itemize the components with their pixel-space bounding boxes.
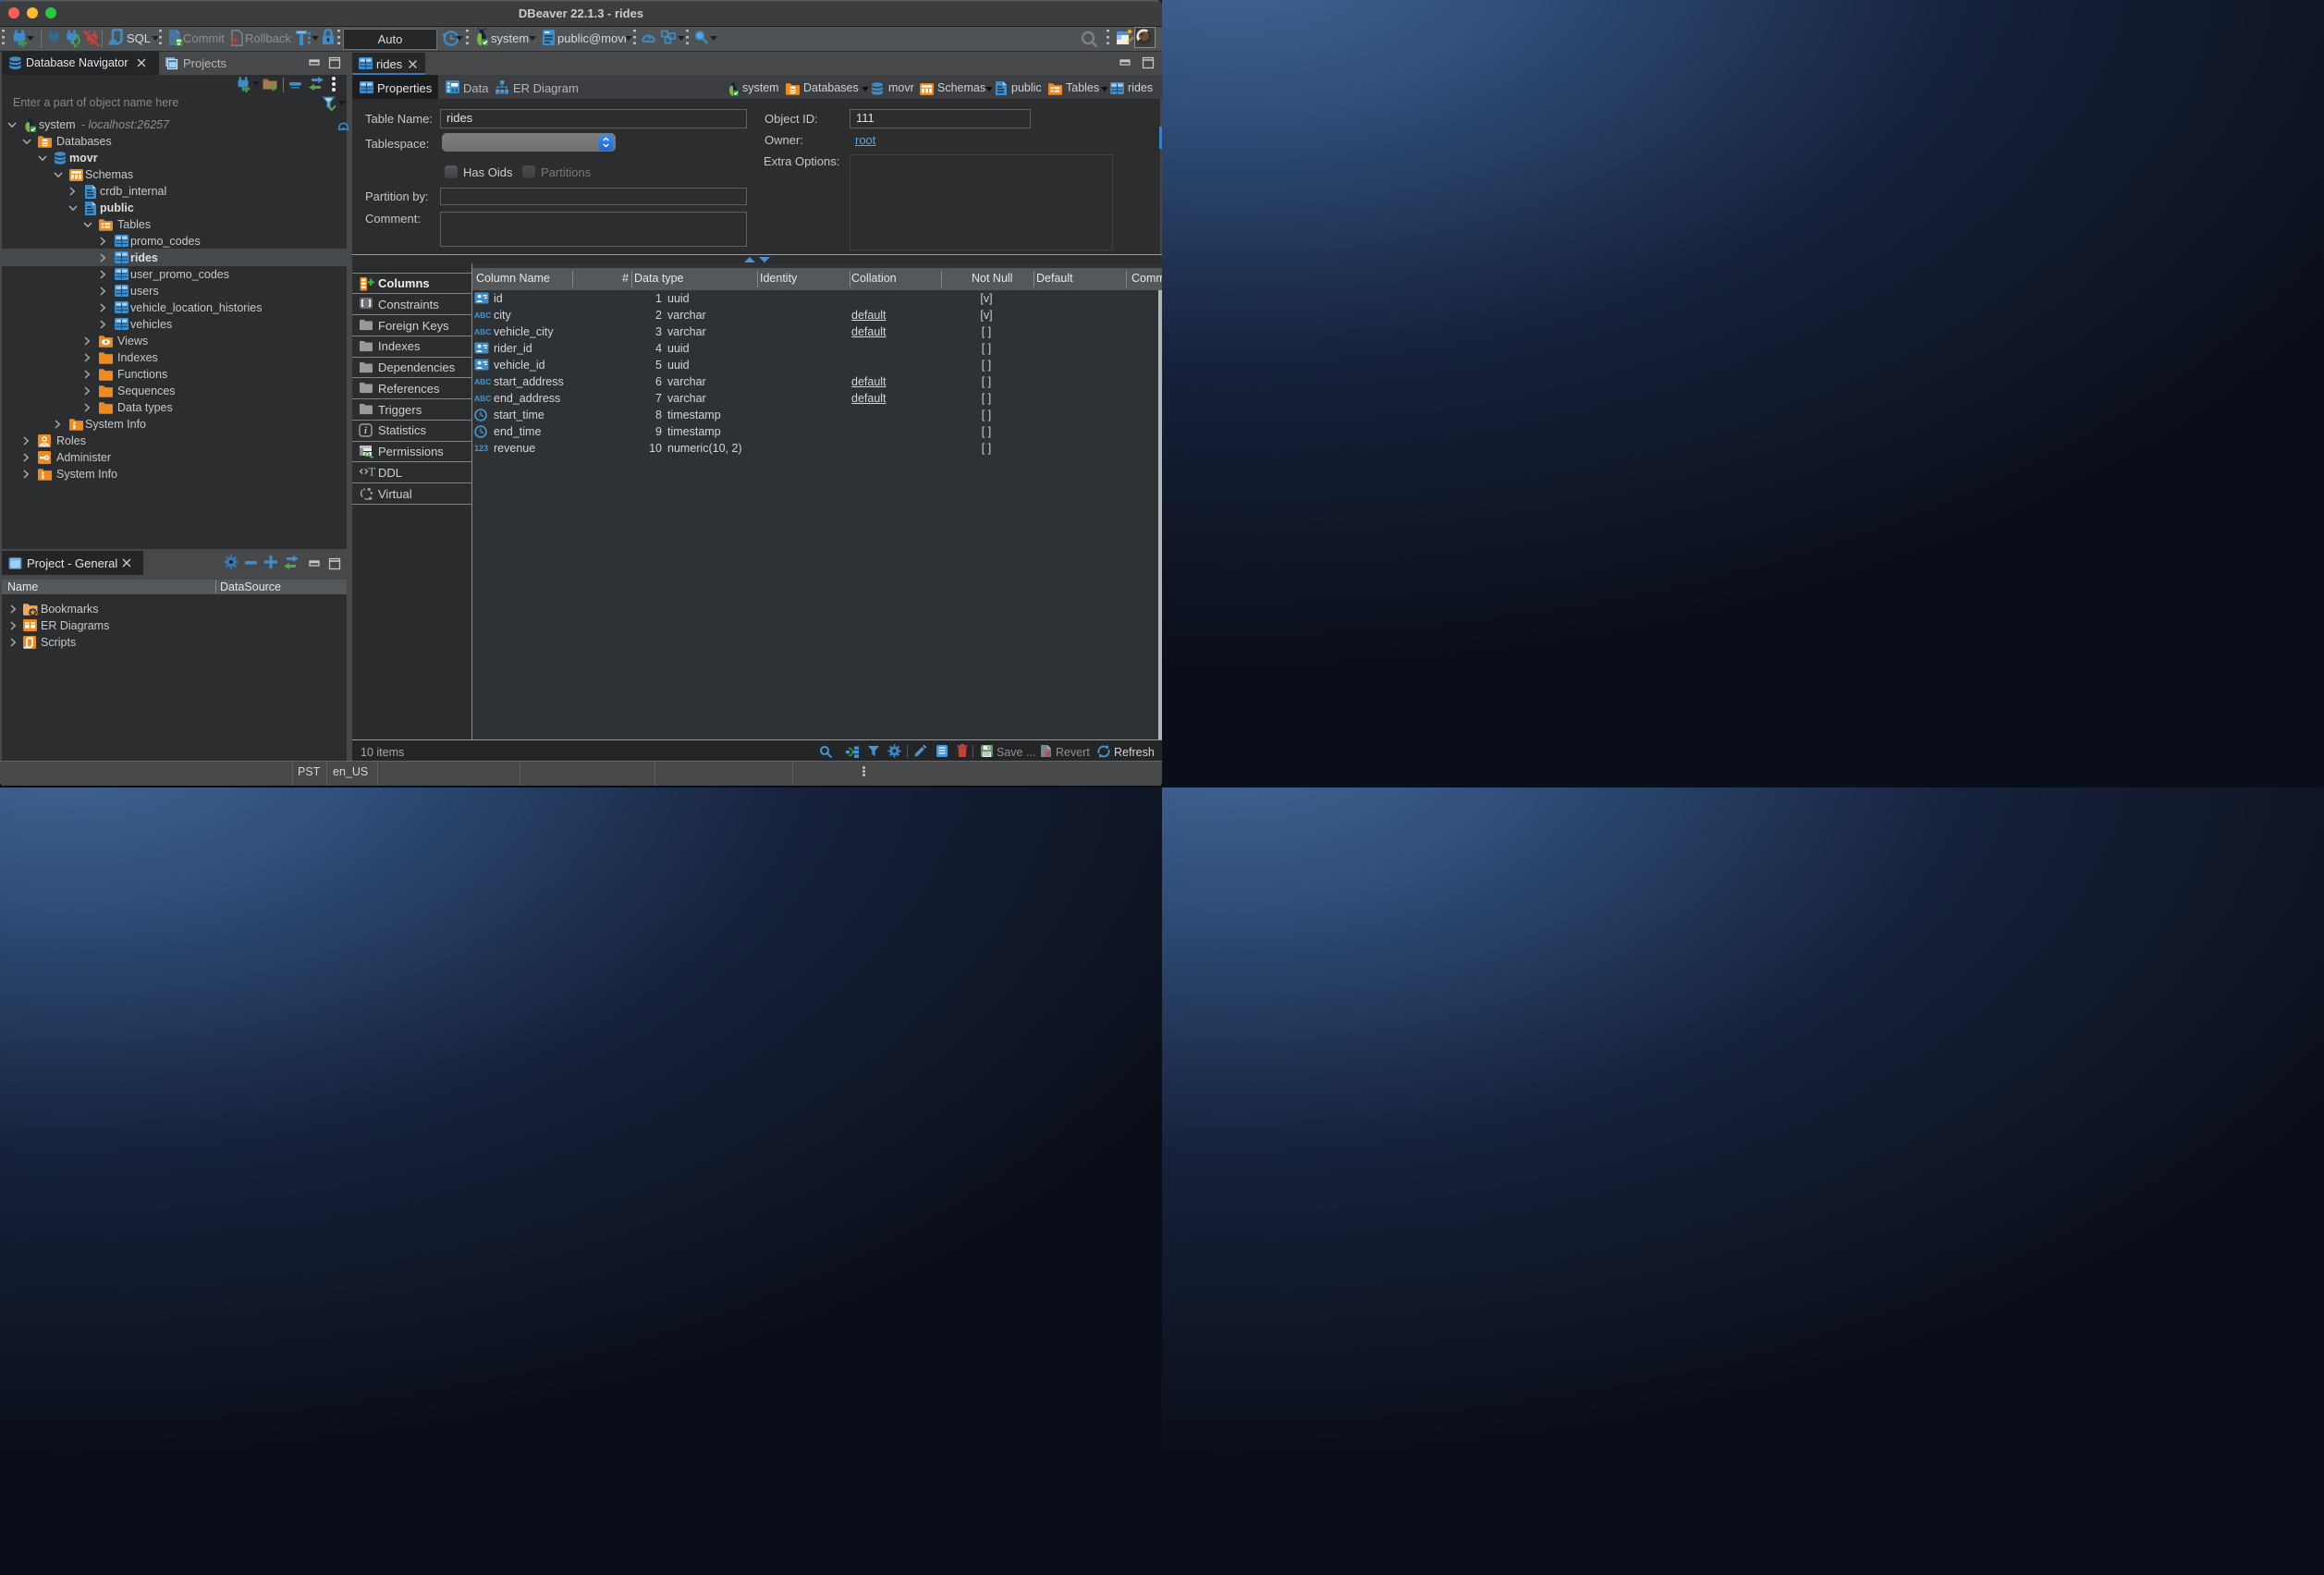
svg-text:i: i	[364, 426, 367, 436]
svg-text:T: T	[369, 466, 376, 479]
